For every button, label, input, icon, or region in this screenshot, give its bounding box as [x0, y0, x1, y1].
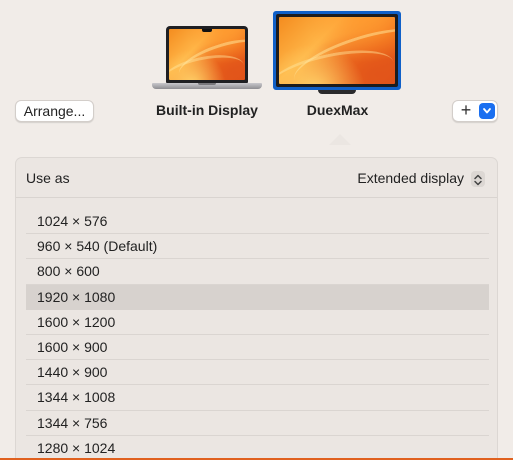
use-as-row: Use as Extended display: [16, 158, 497, 198]
arrange-button[interactable]: Arrange...: [15, 100, 94, 122]
resolution-option[interactable]: 800 × 600: [26, 259, 489, 285]
built-in-display-label[interactable]: Built-in Display: [147, 102, 267, 118]
laptop-base: [152, 83, 262, 89]
resolution-option[interactable]: 1344 × 1008: [26, 385, 489, 411]
laptop-wallpaper: [169, 29, 245, 80]
add-display-button[interactable]: +: [452, 100, 498, 122]
resolution-option[interactable]: 1600 × 900: [26, 335, 489, 361]
plus-icon: +: [460, 100, 472, 120]
resolution-option[interactable]: 1600 × 1200: [26, 310, 489, 335]
monitor-icon: [276, 14, 398, 87]
selected-display-pointer: [329, 134, 351, 145]
duexmax-display-thumbnail[interactable]: [273, 11, 401, 90]
built-in-display-thumbnail[interactable]: [152, 26, 262, 92]
resolution-option[interactable]: 1920 × 1080: [26, 284, 489, 310]
use-as-popup[interactable]: Extended display: [357, 170, 464, 186]
duexmax-display-label[interactable]: DuexMax: [290, 102, 385, 118]
up-down-chevron-icon[interactable]: [471, 171, 485, 187]
monitor-stand: [318, 90, 356, 94]
use-as-label: Use as: [26, 170, 70, 186]
chevron-down-icon[interactable]: [479, 103, 495, 119]
resolution-option[interactable]: 1344 × 756: [26, 411, 489, 436]
camera-notch: [202, 29, 212, 32]
resolution-option[interactable]: 1024 × 576: [26, 209, 489, 235]
laptop-icon: [166, 26, 248, 83]
display-settings-panel: Use as Extended display 1024 × 576 960 × …: [15, 157, 498, 460]
resolution-option[interactable]: 1280 × 1024: [26, 436, 489, 460]
display-arrangement-area: Arrange... Built-in Display DuexMax +: [0, 0, 513, 145]
resolution-list: 1024 × 576 960 × 540 (Default) 800 × 600 19…: [26, 209, 489, 460]
display-settings-window: Arrange... Built-in Display DuexMax + Us…: [0, 0, 513, 460]
monitor-wallpaper: [279, 17, 395, 84]
resolution-option[interactable]: 960 × 540 (Default): [26, 234, 489, 260]
resolution-option[interactable]: 1440 × 900: [26, 360, 489, 386]
